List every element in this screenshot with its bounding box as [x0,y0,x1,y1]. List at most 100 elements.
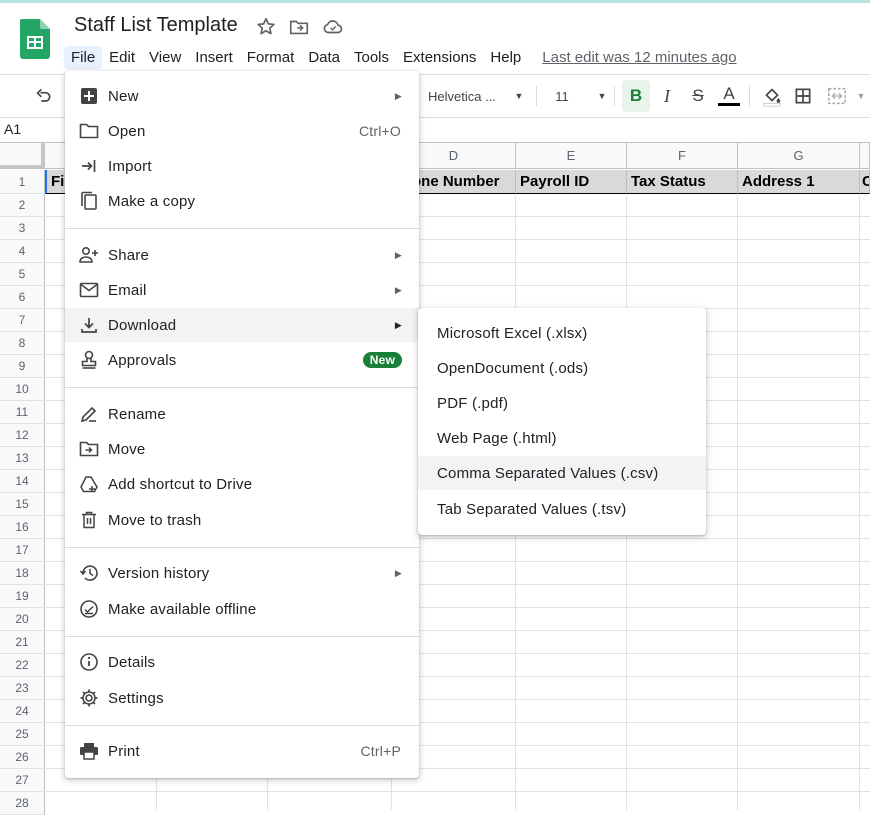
menu-item-print[interactable]: Print Ctrl+P [65,734,419,768]
cell-f1[interactable]: Tax Status [627,170,738,194]
row-header[interactable]: 21 [0,631,45,654]
menu-item-download[interactable]: Download ▶ [65,308,419,342]
submenu-item-label: OpenDocument (.ods) [437,359,589,377]
menu-format[interactable]: Format [240,46,302,69]
submenu-item-label: Comma Separated Values (.csv) [437,464,659,482]
row-header[interactable]: 4 [0,240,45,263]
menu-item-approvals[interactable]: Approvals New [65,343,419,377]
menu-view[interactable]: View [142,46,188,69]
last-edit-link[interactable]: Last edit was 12 minutes ago [542,49,736,66]
row-header[interactable]: 1 [0,170,45,194]
menu-insert[interactable]: Insert [188,46,240,69]
row-header[interactable]: 28 [0,792,45,815]
row-header[interactable]: 11 [0,401,45,424]
download-pdf[interactable]: PDF (.pdf) [418,386,706,420]
menu-edit[interactable]: Edit [102,46,142,69]
submenu-item-label: PDF (.pdf) [437,394,509,412]
menu-data[interactable]: Data [301,46,347,69]
fill-color-icon[interactable] [759,80,785,112]
menu-item-make-offline[interactable]: Make available offline [65,592,419,626]
column-header-e[interactable]: E [516,143,627,169]
menu-item-label: Download [108,316,177,334]
row-header[interactable]: 27 [0,769,45,792]
row-header[interactable]: 25 [0,723,45,746]
font-dropdown-chevron-icon[interactable]: ▼ [512,80,526,112]
row-header[interactable]: 26 [0,746,45,769]
menu-item-details[interactable]: Details [65,645,419,679]
row-header[interactable]: 22 [0,654,45,677]
menu-item-move[interactable]: Move [65,432,419,466]
menu-item-settings[interactable]: Settings [65,681,419,715]
row-header[interactable]: 20 [0,608,45,631]
row-header[interactable]: 6 [0,286,45,309]
menu-item-email[interactable]: Email ▶ [65,273,419,307]
shortcut-label: Ctrl+P [360,743,401,759]
submenu-arrow-icon: ▶ [394,90,402,101]
download-xlsx[interactable]: Microsoft Excel (.xlsx) [418,316,706,350]
cell-g1[interactable]: Address 1 [738,170,860,194]
column-header-h[interactable] [860,143,870,169]
menu-item-move-to-trash[interactable]: Move to trash [65,503,419,537]
borders-icon[interactable] [790,80,816,112]
column-header-g[interactable]: G [738,143,860,169]
menu-item-label: Print [108,742,140,760]
menu-item-import[interactable]: Import [65,149,419,183]
row-header[interactable]: 14 [0,470,45,493]
text-color-button[interactable]: A [716,80,742,112]
row-header[interactable]: 12 [0,424,45,447]
download-ods[interactable]: OpenDocument (.ods) [418,351,706,385]
row-header[interactable]: 23 [0,677,45,700]
move-folder-icon[interactable] [288,16,310,38]
italic-button[interactable]: I [654,80,680,112]
menu-help[interactable]: Help [483,46,528,69]
select-all-corner[interactable] [0,143,45,169]
menu-tools[interactable]: Tools [347,46,396,69]
menu-item-open[interactable]: Open Ctrl+O [65,114,419,148]
bold-button[interactable]: B [622,80,650,112]
menu-extensions[interactable]: Extensions [396,46,483,69]
menu-item-add-shortcut[interactable]: Add shortcut to Drive [65,467,419,501]
menu-item-share[interactable]: Share ▶ [65,238,419,272]
menu-item-new[interactable]: New ▶ [65,79,419,113]
row-header[interactable]: 15 [0,493,45,516]
row-header[interactable]: 18 [0,562,45,585]
download-tsv[interactable]: Tab Separated Values (.tsv) [418,492,706,526]
merge-dropdown-chevron-icon[interactable]: ▼ [854,80,868,112]
font-family-select[interactable]: Helvetica ... [428,80,504,112]
strikethrough-button[interactable]: S [685,80,711,112]
font-size-select[interactable]: 11 [552,80,572,112]
row-header[interactable]: 2 [0,194,45,217]
row-header[interactable]: 5 [0,263,45,286]
cloud-status-icon[interactable] [322,16,344,38]
undo-icon[interactable] [30,80,56,112]
row-header[interactable]: 16 [0,516,45,539]
download-html[interactable]: Web Page (.html) [418,421,706,455]
cell-e1[interactable]: Payroll ID [516,170,627,194]
cell-h1[interactable]: C [860,170,870,194]
name-box[interactable]: A1 [4,121,21,137]
merge-cells-icon[interactable] [824,80,850,112]
menu-item-make-copy[interactable]: Make a copy [65,184,419,218]
sheets-logo-icon[interactable] [20,19,50,59]
row-header[interactable]: 17 [0,539,45,562]
row-header[interactable]: 8 [0,332,45,355]
submenu-arrow-icon: ▶ [394,249,402,260]
printer-icon [79,741,99,761]
row-header[interactable]: 9 [0,355,45,378]
row-header[interactable]: 10 [0,378,45,401]
star-icon[interactable] [255,16,277,38]
menu-item-version-history[interactable]: Version history ▶ [65,556,419,590]
row-header[interactable]: 24 [0,700,45,723]
font-size-chevron-icon[interactable]: ▼ [595,80,609,112]
row-header[interactable]: 13 [0,447,45,470]
menu-file[interactable]: File [64,45,103,69]
row-header[interactable]: 3 [0,217,45,240]
row-header[interactable]: 19 [0,585,45,608]
menu-item-rename[interactable]: Rename [65,397,419,431]
document-title[interactable]: Staff List Template [74,14,238,37]
download-csv[interactable]: Comma Separated Values (.csv) [418,456,706,490]
file-menu: New ▶ Open Ctrl+O Import Make a copy Sha… [65,71,419,778]
column-header-f[interactable]: F [627,143,738,169]
drive-shortcut-icon [79,474,99,494]
row-header[interactable]: 7 [0,309,45,332]
